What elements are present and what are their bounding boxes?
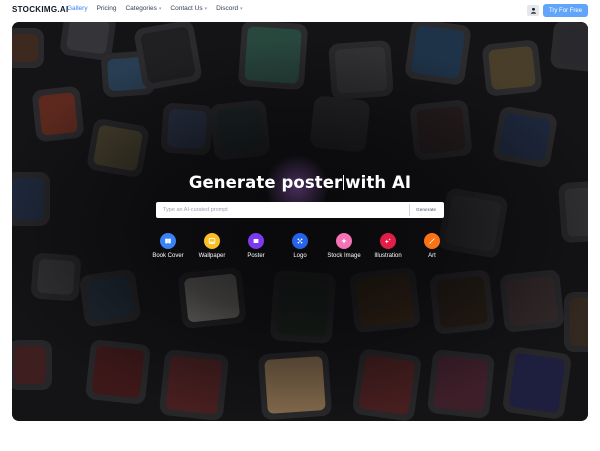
hero-title-suffix: with AI [345, 173, 412, 192]
prompt-search-bar: Generate [156, 202, 444, 218]
logo-icon [292, 233, 308, 249]
navbar: STOCKIMG.AI Gallery Pricing Categories ▾… [0, 0, 600, 20]
book-icon [160, 233, 176, 249]
chevron-down-icon: ▾ [240, 5, 243, 12]
nav-categories[interactable]: Categories ▾ [125, 5, 161, 12]
nav-discord-label: Discord [216, 5, 239, 12]
category-label: Illustration [374, 253, 402, 259]
category-list: Book Cover Wallpaper Poster Logo Stock I… [12, 233, 588, 273]
user-button[interactable] [527, 5, 539, 16]
category-label: Poster [247, 253, 265, 259]
poster-icon [248, 233, 264, 249]
nav-pricing-label: Pricing [96, 5, 117, 12]
user-icon [530, 7, 536, 14]
category-label: Stock Image [327, 253, 361, 259]
category-art[interactable]: Art [407, 233, 457, 260]
category-label: Logo [293, 253, 307, 259]
category-logo[interactable]: Logo [275, 233, 325, 260]
chevron-down-icon: ▾ [204, 5, 208, 12]
category-label: Art [428, 253, 436, 259]
chevron-down-icon: ▾ [158, 5, 162, 12]
hero-title-main: Generate poster [188, 173, 343, 192]
generate-button[interactable]: Generate [409, 204, 442, 216]
nav-gallery[interactable]: Gallery [67, 5, 88, 12]
prompt-input[interactable] [156, 202, 409, 218]
category-poster[interactable]: Poster [231, 233, 281, 260]
art-icon [424, 233, 440, 249]
nav-links: Gallery Pricing Categories ▾ Contact Us … [67, 5, 252, 12]
try-for-free-button[interactable]: Try For Free [543, 4, 588, 17]
category-stock-image[interactable]: Stock Image [319, 233, 369, 260]
category-label: Wallpaper [198, 253, 226, 259]
wallpaper-icon [204, 233, 220, 249]
nav-gallery-label: Gallery [67, 5, 88, 12]
nav-categories-label: Categories [125, 5, 157, 12]
nav-contact-label: Contact Us [170, 5, 203, 12]
category-label: Book Cover [152, 253, 184, 259]
hero-title: Generate poster with AI [12, 173, 588, 192]
nav-discord[interactable]: Discord ▾ [216, 5, 243, 12]
stock-image-icon [336, 233, 352, 249]
category-illustration[interactable]: Illustration [363, 233, 413, 260]
hero-section: Generate posterwith AI Generate Book Cov… [12, 22, 588, 421]
category-book-cover[interactable]: Book Cover [143, 233, 193, 260]
brand-logo[interactable]: STOCKIMG.AI [12, 5, 69, 14]
nav-contact[interactable]: Contact Us ▾ [170, 5, 207, 12]
nav-pricing[interactable]: Pricing [97, 5, 117, 12]
illustration-icon [380, 233, 396, 249]
category-wallpaper[interactable]: Wallpaper [187, 233, 237, 260]
